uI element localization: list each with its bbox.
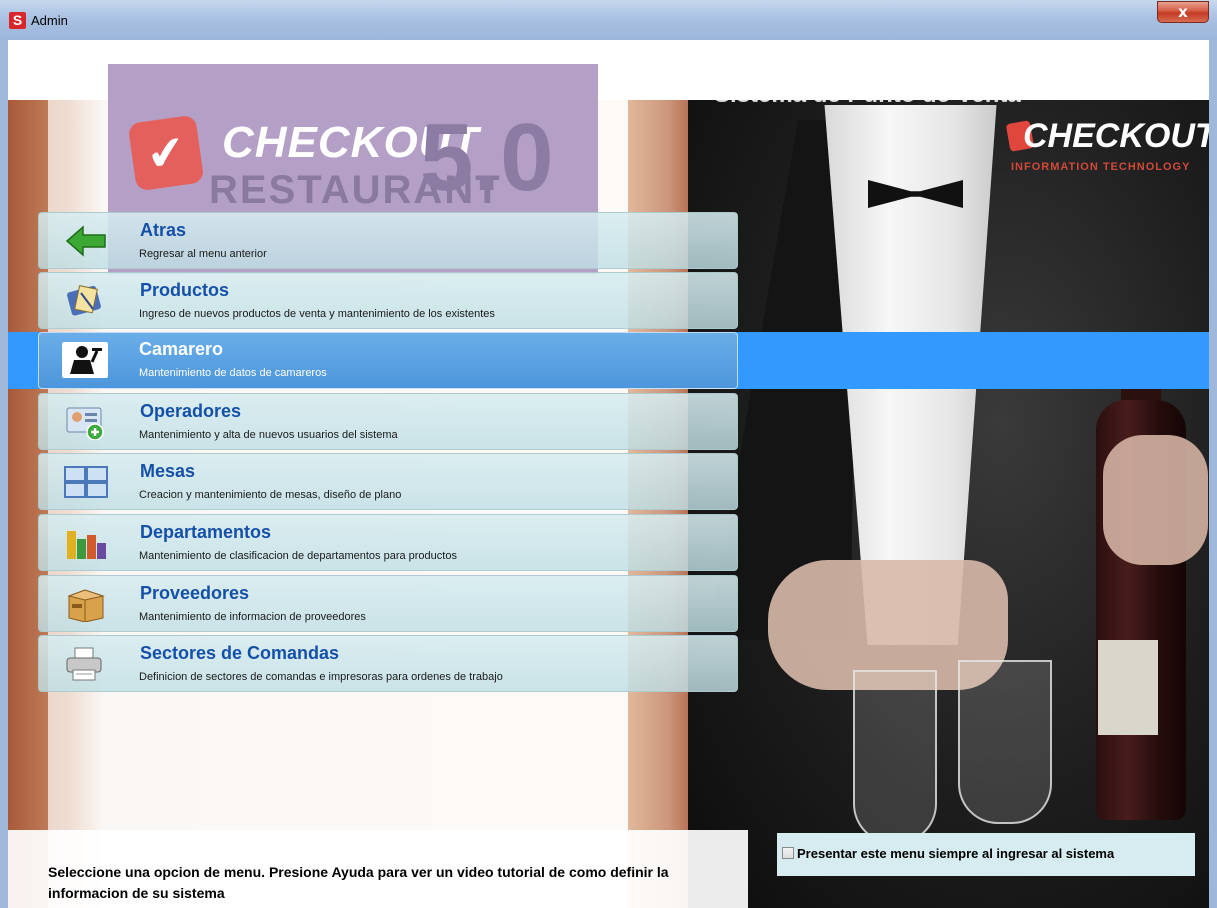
- window-titlebar[interactable]: S Admin x: [0, 0, 1217, 41]
- back-arrow-icon: [65, 225, 106, 257]
- show-menu-checkbox[interactable]: [782, 847, 794, 859]
- menu-item-productos[interactable]: Productos Ingreso de nuevos productos de…: [38, 272, 738, 329]
- menu-item-proveedores[interactable]: Proveedores Mantenimiento de informacion…: [38, 575, 738, 632]
- window-border-right: [1209, 40, 1217, 908]
- menu-item-description: Mantenimiento y alta de nuevos usuarios …: [139, 429, 398, 441]
- help-hint-text: Seleccione una opcion de menu. Presione …: [48, 864, 669, 901]
- menu-item-description: Definicion de sectores de comandas e imp…: [139, 671, 503, 683]
- menu-item-description: Mantenimiento de informacion de proveedo…: [139, 611, 366, 623]
- brand-logo-subtitle: INFORMATION TECHNOLOGY: [1011, 161, 1191, 173]
- brand-logo-word: CHECKOUT: [1023, 117, 1209, 155]
- printer-icon: [66, 647, 102, 681]
- menu-item-description: Creacion y mantenimiento de mesas, diseñ…: [139, 489, 402, 501]
- menu-item-description: Mantenimiento de datos de camareros: [139, 367, 327, 379]
- waiter-icon: [62, 342, 108, 378]
- window-title: Admin: [31, 13, 68, 28]
- menu-item-description: Mantenimiento de clasificacion de depart…: [139, 550, 457, 562]
- menu-item-title: Proveedores: [140, 583, 250, 603]
- departments-icon: [67, 531, 106, 559]
- menu-item-title: Departamentos: [140, 522, 272, 542]
- close-button[interactable]: x: [1157, 1, 1209, 23]
- menu-item-mesas[interactable]: Mesas Creacion y mantenimiento de mesas,…: [38, 453, 738, 510]
- menu-item-title: Productos: [140, 280, 230, 300]
- menu-item-departamentos[interactable]: Departamentos Mantenimiento de clasifica…: [38, 514, 738, 571]
- wine-glass-image: [958, 660, 1052, 824]
- window-border-left: [0, 40, 8, 908]
- menu-item-description: Ingreso de nuevos productos de venta y m…: [139, 308, 495, 320]
- menu-item-atras[interactable]: Atras Regresar al menu anterior: [38, 212, 738, 269]
- products-icon: [67, 285, 101, 316]
- wine-glass-image: [853, 670, 937, 844]
- menu-item-title: Mesas: [140, 461, 196, 481]
- system-title: Sistema de Punto de Venta: [714, 81, 1021, 108]
- menu-item-title: Atras: [140, 220, 187, 240]
- supplier-box-icon: [67, 589, 105, 622]
- menu-item-sectores-de-comandas[interactable]: Sectores de Comandas Definicion de secto…: [38, 635, 738, 692]
- menu-item-operadores[interactable]: Operadores Mantenimiento y alta de nuevo…: [38, 393, 738, 450]
- menu-item-description: Regresar al menu anterior: [139, 248, 267, 260]
- logo-version: 5.0: [420, 104, 554, 211]
- menu-item-camarero[interactable]: Camarero Mantenimiento de datos de camar…: [8, 332, 1209, 389]
- add-user-icon: [66, 407, 104, 440]
- menu-item-title: Operadores: [140, 401, 242, 421]
- show-menu-checkbox-label[interactable]: Presentar este menu siempre al ingresar …: [797, 845, 1114, 862]
- menu-item-title: Camarero: [139, 339, 224, 359]
- menu-item-title: Sectores de Comandas: [140, 643, 340, 663]
- checkmark-logo-icon: ✔: [127, 114, 205, 192]
- tables-icon: [64, 466, 108, 498]
- app-icon: S: [9, 12, 26, 29]
